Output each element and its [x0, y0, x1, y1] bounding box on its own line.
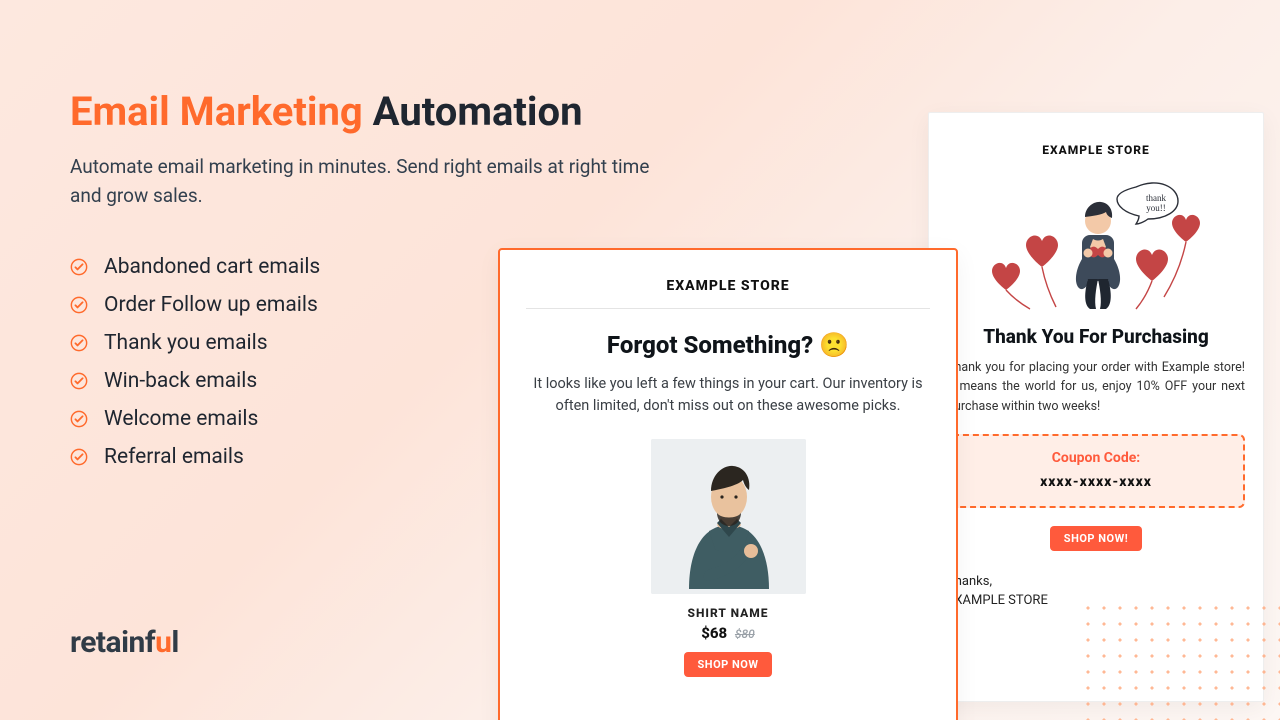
headline-rest: Automation — [363, 88, 583, 135]
check-icon — [70, 410, 88, 428]
coupon-box: Coupon Code: xxxx-xxxx-xxxx — [947, 434, 1245, 508]
check-icon — [70, 372, 88, 390]
coupon-code: xxxx-xxxx-xxxx — [959, 474, 1233, 490]
subheadline: Automate email marketing in minutes. Sen… — [70, 152, 680, 211]
product-block: SHIRT NAME $68 $80 SHOP NOW — [526, 439, 930, 677]
email-title: Thank You For Purchasing — [947, 325, 1245, 348]
email-title: Forgot Something? 🙁 — [526, 331, 930, 359]
price-current: $68 — [701, 624, 727, 642]
thankyou-illustration: thank you!! — [986, 175, 1206, 315]
email-card-abandoned: EXAMPLE STORE Forgot Something? 🙁 It loo… — [498, 248, 958, 720]
check-icon — [70, 258, 88, 276]
shop-now-button[interactable]: SHOP NOW! — [1050, 526, 1142, 551]
logo-text: l — [171, 625, 178, 660]
divider — [526, 308, 930, 309]
product-price: $68 $80 — [701, 624, 755, 642]
svg-text:thank: thank — [1146, 193, 1166, 203]
decorative-dots — [1080, 600, 1280, 720]
coupon-label: Coupon Code: — [959, 450, 1233, 466]
signoff-line: Thanks, — [947, 573, 1245, 592]
brand-logo: retainful — [70, 625, 179, 660]
store-name: EXAMPLE STORE — [947, 143, 1245, 157]
check-icon — [70, 334, 88, 352]
price-old: $80 — [735, 627, 755, 641]
shop-now-button[interactable]: SHOP NOW — [684, 652, 773, 677]
check-icon — [70, 296, 88, 314]
store-name: EXAMPLE STORE — [526, 278, 930, 294]
check-icon — [70, 448, 88, 466]
email-body: It looks like you left a few things in y… — [526, 373, 930, 417]
logo-accent: u — [155, 625, 171, 660]
logo-text: retainf — [70, 625, 155, 660]
feature-label: Win-back emails — [104, 369, 257, 393]
product-name: SHIRT NAME — [688, 606, 769, 620]
product-image — [651, 439, 806, 594]
feature-label: Welcome emails — [104, 407, 258, 431]
feature-label: Referral emails — [104, 445, 244, 469]
headline-accent: Email Marketing — [70, 88, 363, 135]
feature-label: Abandoned cart emails — [104, 255, 320, 279]
email-body: Thank you for placing your order with Ex… — [947, 358, 1245, 416]
feature-label: Thank you emails — [104, 331, 268, 355]
svg-text:you!!: you!! — [1146, 203, 1166, 213]
feature-label: Order Follow up emails — [104, 293, 318, 317]
